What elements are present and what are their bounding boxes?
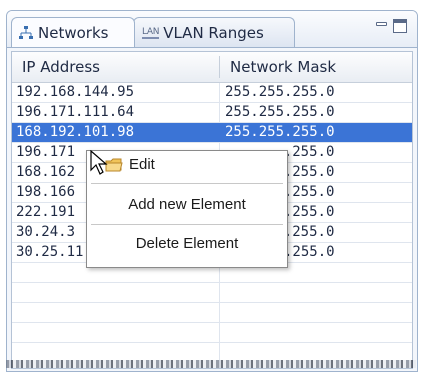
cell-ip-address: 168.192.101.98	[16, 124, 135, 140]
cell-network-mask: .255.0	[283, 224, 335, 240]
tab-networks[interactable]: Networks	[11, 17, 135, 47]
table-row[interactable]	[12, 283, 412, 303]
cell-ip-address: 30.24.3	[16, 224, 76, 240]
context-menu: Edit Add new Element Delete Element	[86, 150, 288, 268]
cell-ip-address: 196.171.111.64	[16, 104, 135, 120]
column-header-network-mask[interactable]: Network Mask	[230, 52, 336, 82]
cell-ip-address: 198.166	[16, 184, 76, 200]
cell-network-mask: .255.0	[283, 184, 335, 200]
tab-vlan-ranges[interactable]: LAN VLAN Ranges	[133, 17, 295, 47]
maximize-icon[interactable]	[393, 19, 407, 33]
network-topology-icon	[19, 25, 33, 39]
cell-network-mask: 255.255.255.0	[225, 84, 335, 100]
table-row[interactable]	[12, 323, 412, 343]
cell-ip-address: 192.168.144.95	[16, 84, 135, 100]
cell-ip-address: 168.162	[16, 164, 76, 180]
tab-vlan-ranges-label: VLAN Ranges	[163, 23, 264, 42]
menu-item-edit[interactable]: Edit	[87, 151, 287, 179]
minimize-icon[interactable]	[375, 19, 389, 33]
table-header: IP Address Network Mask	[12, 52, 412, 83]
cell-network-mask: 255.255.255.0	[225, 104, 335, 120]
cell-network-mask: .255.0	[283, 204, 335, 220]
tab-strip: Networks LAN VLAN Ranges	[7, 11, 417, 48]
menu-separator	[91, 183, 283, 184]
table-row[interactable]: 192.168.144.95 255.255.255.0	[12, 83, 412, 103]
menu-item-edit-label: Edit	[129, 156, 155, 173]
cell-ip-address: 196.171	[16, 144, 76, 160]
tab-networks-label: Networks	[38, 23, 109, 42]
bottom-edge	[6, 360, 416, 368]
table-row[interactable]	[12, 303, 412, 323]
cell-network-mask: .255.0	[283, 164, 335, 180]
cell-network-mask: .255.0	[283, 144, 335, 160]
table-row[interactable]: 168.192.101.98 255.255.255.0	[12, 123, 412, 143]
menu-item-delete-element[interactable]: Delete Element	[87, 230, 287, 258]
column-header-ip-address[interactable]: IP Address	[22, 52, 100, 82]
cell-ip-address: 222.191	[16, 204, 76, 220]
column-divider[interactable]	[219, 56, 220, 78]
lan-icon: LAN	[142, 26, 160, 39]
menu-item-add-new-element[interactable]: Add new Element	[87, 191, 287, 219]
cell-network-mask: 255.255.255.0	[225, 124, 335, 140]
mouse-pointer-icon	[90, 150, 108, 175]
menu-separator	[91, 224, 283, 225]
table-row[interactable]: 196.171.111.64 255.255.255.0	[12, 103, 412, 123]
